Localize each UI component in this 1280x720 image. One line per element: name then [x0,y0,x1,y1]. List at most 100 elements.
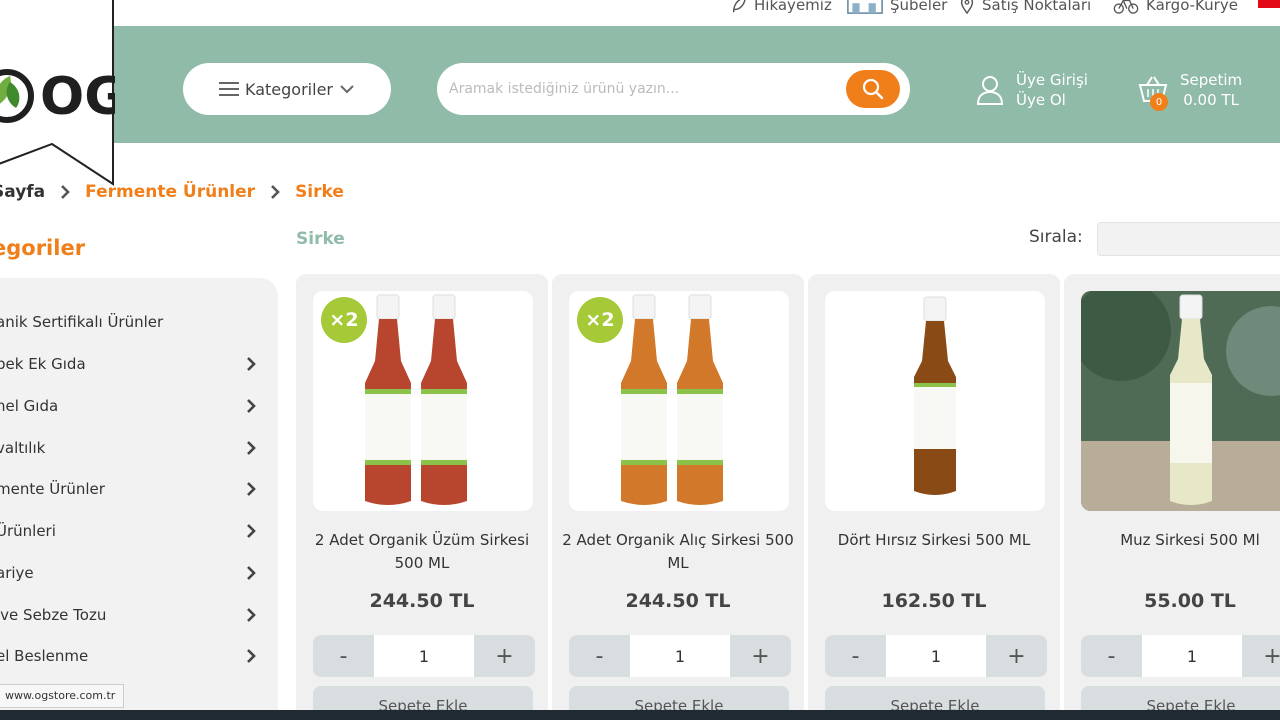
breadcrumb-home[interactable]: Sayfa [0,182,45,202]
sidebar-item-kahvaltilik[interactable]: valtılık [0,433,256,463]
taskbar [0,710,1280,720]
sidebar-item-fermente[interactable]: mente Ürünler [0,474,256,504]
product-price: 55.00 TL [1144,590,1236,612]
logo[interactable]: OG [0,0,115,186]
sidebar-item-ozel-gida[interactable]: hel Gıda [0,391,256,421]
chevron-right-icon [271,185,280,199]
toplink-subeler[interactable]: Şubeler [846,0,947,16]
sidebar-item-sekerleme[interactable]: ariye [0,558,256,588]
chevron-right-icon [247,399,256,413]
sidebar-item-label: el Beslenme [0,647,89,665]
sidebar-title: egoriler [0,236,86,260]
sidebar-item-label: valtılık [0,439,46,457]
product-image[interactable] [825,291,1045,511]
top-bar: Hikayemiz Şubeler Satış Noktaları Kargo-… [0,0,1280,26]
store-icon [847,0,883,14]
product-price: 244.50 TL [625,590,731,612]
quantity-input[interactable] [630,635,730,677]
product-card: ×2 2 Adet Organik Üzüm Sirkesi 500 ML 24… [296,274,548,720]
bicycle-icon [1113,0,1139,14]
toplink-label: Şubeler [890,0,948,14]
bottle-image [914,296,956,495]
quantity-stepper: - + [825,635,1047,677]
quantity-input[interactable] [886,635,986,677]
quantity-badge: ×2 [577,297,623,343]
quantity-stepper: - + [313,635,535,677]
quantity-input[interactable] [1142,635,1242,677]
product-card: Muz Sirkesi 500 Ml 55.00 TL - + Sepete E… [1064,274,1280,720]
decrease-button[interactable]: - [825,635,886,677]
product-name[interactable]: 2 Adet Organik Alıç Sirkesi 500 ML [562,529,794,575]
quantity-stepper: - + [569,635,791,677]
search-input[interactable] [449,63,844,115]
decrease-button[interactable]: - [569,635,630,677]
product-card: ×2 2 Adet Organik Alıç Sirkesi 500 ML 24… [552,274,804,720]
toplink-label: Kargo-Kurye [1146,0,1238,14]
search-icon [862,78,884,100]
chevron-right-icon [247,357,256,371]
breadcrumb-sirke[interactable]: Sirke [295,182,344,202]
sort-label: Sırala: [1029,227,1083,247]
toplink-label: Hikayemiz [754,0,832,14]
increase-button[interactable]: + [1242,635,1280,677]
sort-select[interactable] [1097,222,1280,256]
user-account[interactable]: Üye Girişi Üye Ol [976,70,1088,110]
logo-text: OG [40,67,115,127]
product-name[interactable]: Dört Hırsız Sirkesi 500 ML [818,529,1050,552]
breadcrumb: Sayfa Fermente Ürünler Sirke [0,182,344,202]
sidebar-item-label: pek Ek Gıda [0,355,86,373]
sidebar-item-label: ariye [0,564,34,582]
hamburger-icon [219,82,240,96]
leaf-icon [732,0,746,13]
product-card: Dört Hırsız Sirkesi 500 ML 162.50 TL - +… [808,274,1060,720]
quantity-input[interactable] [374,635,474,677]
sidebar-item-meyve-sebze-tozu[interactable]: ıve Sebze Tozu [0,600,256,630]
decrease-button[interactable]: - [313,635,374,677]
cart[interactable]: 0 Sepetim 0.00 TL [1138,70,1242,111]
sidebar-item-label: Ürünleri [0,522,56,540]
product-name[interactable]: Muz Sirkesi 500 Ml [1074,529,1280,552]
cart-icon-wrap: 0 [1138,75,1168,111]
toplink-label: Satış Noktaları [982,0,1092,14]
login-link[interactable]: Üye Girişi [1016,70,1088,90]
breadcrumb-fermente[interactable]: Fermente Ürünler [85,182,255,202]
increase-button[interactable]: + [474,635,535,677]
sidebar-item-urunleri[interactable]: Ürünleri [0,516,256,546]
register-link[interactable]: Üye Ol [1016,90,1088,110]
status-bar-url: www.ogstore.com.tr [0,684,125,708]
location-pin-icon [960,0,974,14]
cart-total: 0.00 TL [1183,91,1239,109]
categories-label: Kategoriler [245,79,333,99]
decrease-button[interactable]: - [1081,635,1142,677]
sidebar-item-bebek[interactable]: pek Ek Gıda [0,349,256,379]
chevron-right-icon [247,608,256,622]
toplink-satis-noktalari[interactable]: Satış Noktaları [958,0,1091,16]
quantity-badge: ×2 [321,297,367,343]
sidebar-item-ozel-beslenme[interactable]: el Beslenme [0,641,256,671]
cart-count-badge: 0 [1150,93,1168,111]
sidebar: anik Sertifikalı Ürünler pek Ek Gıda hel… [0,278,278,720]
increase-button[interactable]: + [986,635,1047,677]
quantity-stepper: - + [1081,635,1280,677]
chevron-right-icon [247,482,256,496]
product-image[interactable]: ×2 [313,291,533,511]
sidebar-item-label: anik Sertifikalı Ürünler [0,313,164,331]
categories-button[interactable]: Kategoriler [183,63,391,115]
chevron-right-icon [247,566,256,580]
sidebar-item-label: hel Gıda [0,397,59,415]
chevron-right-icon [247,649,256,663]
sidebar-item-label: ıve Sebze Tozu [0,606,107,624]
increase-button[interactable]: + [730,635,791,677]
product-image[interactable] [1081,291,1280,511]
toplink-kargo-kurye[interactable]: Kargo-Kurye [1112,0,1238,16]
toplink-hikayemiz[interactable]: Hikayemiz [730,0,832,16]
chevron-right-icon [247,524,256,538]
product-image[interactable]: ×2 [569,291,789,511]
page: Hikayemiz Şubeler Satış Noktaları Kargo-… [0,0,1280,720]
chevron-down-icon [340,85,354,94]
sidebar-item-organik[interactable]: anik Sertifikalı Ürünler [0,307,256,337]
product-name[interactable]: 2 Adet Organik Üzüm Sirkesi 500 ML [306,529,538,575]
language-flag-icon[interactable] [1258,0,1280,8]
sidebar-item-label: mente Ürünler [0,480,105,498]
search-button[interactable] [846,70,900,108]
